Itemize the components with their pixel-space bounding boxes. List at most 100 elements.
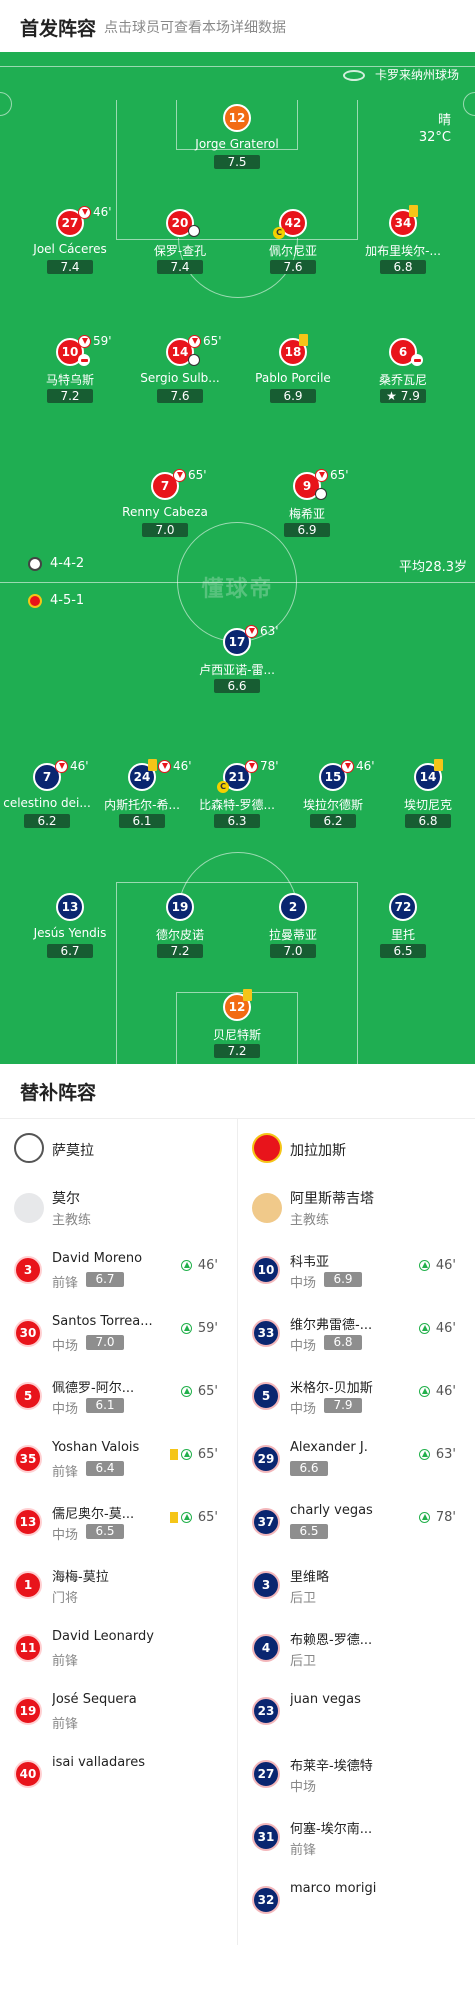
home-sub-row[interactable]: 11 David Leonardy 前锋 bbox=[0, 1622, 228, 1685]
sub-position: 中场 bbox=[290, 1339, 317, 1354]
home-player[interactable]: 20 保罗-查孔 7.4 bbox=[130, 209, 230, 289]
away-sub-row[interactable]: 29 Alexander J. 6.6 63' bbox=[238, 1433, 466, 1496]
sub-number: 30 bbox=[14, 1319, 42, 1347]
away-sub-row[interactable]: 32 marco morigi bbox=[238, 1874, 466, 1937]
away-sub-row[interactable]: 5 米格尔-贝加斯 中场 7.9 46' bbox=[238, 1370, 466, 1433]
away-sub-row[interactable]: 3 里维略 后卫 bbox=[238, 1559, 466, 1622]
sub-minute: 65' bbox=[197, 1510, 218, 1525]
yellow-card-icon bbox=[299, 334, 308, 346]
sub-number: 4 bbox=[252, 1634, 280, 1662]
sub-minute: 59' bbox=[197, 1321, 218, 1336]
sub-name: 佩德罗-阿尔... bbox=[52, 1381, 135, 1396]
substitution-icon bbox=[245, 760, 258, 773]
away-player[interactable]: 13 Jesús Yendis 6.7 bbox=[20, 893, 120, 973]
yellow-card-icon bbox=[243, 989, 252, 1001]
sub-minute: 63' bbox=[435, 1447, 456, 1462]
sub-rating: 6.5 bbox=[290, 1524, 328, 1539]
home-player[interactable]: 34 加布里埃尔-... 6.8 bbox=[353, 205, 453, 289]
sub-in-icon bbox=[419, 1449, 430, 1460]
lineup-header: 首发阵容 点击球员可查看本场详细数据 bbox=[0, 0, 475, 52]
home-sub-row[interactable]: 5 佩德罗-阿尔... 中场 6.1 65' bbox=[0, 1370, 228, 1433]
home-sub-row[interactable]: 1 海梅-莫拉门将 bbox=[0, 1559, 228, 1622]
home-coach[interactable]: 莫尔 主教练 bbox=[0, 1181, 228, 1244]
sub-name: 维尔弗雷德-... bbox=[290, 1318, 373, 1333]
sub-in-icon bbox=[181, 1512, 192, 1523]
sub-number: 35 bbox=[14, 1445, 42, 1473]
substitution-icon bbox=[78, 335, 91, 348]
sub-rating: 6.9 bbox=[324, 1272, 362, 1287]
goal-ball-icon bbox=[315, 488, 327, 500]
sub-name: charly vegas bbox=[290, 1503, 373, 1518]
home-sub-row[interactable]: 19 José Sequera 前锋 bbox=[0, 1685, 228, 1748]
away-sub-row[interactable]: 10 科韦亚 中场 6.9 46' bbox=[238, 1244, 466, 1307]
away-player[interactable]: 72 里托 6.5 bbox=[353, 893, 453, 973]
sub-rating: 6.8 bbox=[324, 1335, 362, 1350]
sub-number: 19 bbox=[14, 1697, 42, 1725]
away-player[interactable]: 21 C 78' 比森特-罗德... 6.3 bbox=[187, 759, 287, 843]
away-coach[interactable]: 阿里斯蒂吉塔 主教练 bbox=[238, 1181, 466, 1244]
captain-icon: C bbox=[217, 781, 229, 793]
captain-icon: C bbox=[273, 227, 285, 239]
away-player[interactable]: 19 德尔皮诺 7.2 bbox=[130, 893, 230, 973]
sub-position: 中场 bbox=[290, 1276, 317, 1291]
away-player[interactable]: 12 贝尼特斯 7.2 bbox=[187, 989, 287, 1073]
sub-in-icon bbox=[419, 1260, 430, 1271]
sub-name: 儒尼奥尔-莫... bbox=[52, 1507, 135, 1522]
yellow-card-icon bbox=[170, 1449, 178, 1460]
away-sub-row[interactable]: 31 何塞-埃尔南... 前锋 bbox=[238, 1811, 466, 1874]
home-player[interactable]: 42 C 佩尔尼亚 7.6 bbox=[243, 209, 343, 289]
sub-name: 科韦亚 bbox=[290, 1255, 330, 1270]
sub-name: 米格尔-贝加斯 bbox=[290, 1381, 373, 1396]
away-player[interactable]: 14 埃切尼克 6.8 bbox=[378, 759, 475, 843]
away-sub-row[interactable]: 23 juan vegas bbox=[238, 1685, 466, 1748]
sub-position: 中场 bbox=[52, 1402, 79, 1417]
sub-position: 门将 bbox=[52, 1591, 79, 1606]
away-player[interactable]: 17 63' 卢西亚诺-雷... 6.6 bbox=[187, 624, 287, 708]
sub-name: 海梅-莫拉 bbox=[52, 1570, 109, 1585]
sub-name: juan vegas bbox=[290, 1692, 361, 1707]
yellow-card-icon bbox=[148, 759, 157, 771]
sub-number: 27 bbox=[252, 1760, 280, 1788]
yellow-card-icon bbox=[409, 205, 418, 217]
away-sub-row[interactable]: 33 维尔弗雷德-... 中场 6.8 46' bbox=[238, 1307, 466, 1370]
sub-number: 1 bbox=[14, 1571, 42, 1599]
sub-position: 前锋 bbox=[290, 1843, 317, 1858]
sub-position: 前锋 bbox=[52, 1276, 79, 1291]
away-sub-row[interactable]: 37 charly vegas 6.5 78' bbox=[238, 1496, 466, 1559]
sub-position: 中场 bbox=[290, 1402, 317, 1417]
home-formation: 4-4-2 bbox=[50, 556, 85, 571]
substitution-icon bbox=[245, 625, 258, 638]
substitution-icon bbox=[188, 335, 201, 348]
away-sub-row[interactable]: 4 布赖恩-罗德... 后卫 bbox=[238, 1622, 466, 1685]
lineup-subtitle: 点击球员可查看本场详细数据 bbox=[104, 20, 286, 36]
home-player[interactable]: 14 65' Sergio Sulb... 7.6 bbox=[130, 334, 230, 418]
home-player[interactable]: 7 65' Renny Cabeza 7.0 bbox=[115, 468, 215, 552]
sub-in-icon bbox=[419, 1386, 430, 1397]
home-sub-row[interactable]: 35 Yoshan Valois 前锋 6.4 65' bbox=[0, 1433, 228, 1496]
sub-position: 前锋 bbox=[52, 1654, 79, 1669]
home-player[interactable]: 9 65' 梅希亚 6.9 bbox=[257, 468, 357, 552]
venue-label: 卡罗来纳州球场 bbox=[342, 66, 459, 83]
home-player[interactable]: 6 桑乔瓦尼 ★ 7.9 bbox=[353, 338, 453, 418]
home-player[interactable]: 12 Jorge Graterol 7.5 bbox=[187, 104, 287, 184]
sub-name: 布赖恩-罗德... bbox=[290, 1633, 373, 1648]
sub-number: 3 bbox=[252, 1571, 280, 1599]
substitution-icon bbox=[173, 469, 186, 482]
sub-rating: 7.9 bbox=[324, 1398, 362, 1413]
stadium-icon bbox=[342, 70, 365, 81]
away-sub-row[interactable]: 27 布莱辛-埃德特 中场 bbox=[238, 1748, 466, 1811]
away-player[interactable]: 2 拉曼蒂亚 7.0 bbox=[243, 893, 343, 973]
home-sub-row[interactable]: 30 Santos Torrea... 中场 7.0 59' bbox=[0, 1307, 228, 1370]
sub-rating: 6.7 bbox=[86, 1272, 124, 1287]
home-player[interactable]: 27 46' Joel Cáceres 7.4 bbox=[20, 205, 120, 289]
sub-name: Santos Torrea... bbox=[52, 1314, 153, 1329]
home-player[interactable]: 10 59' 马特乌斯 7.2 bbox=[20, 334, 120, 418]
sub-minute: 65' bbox=[197, 1447, 218, 1462]
home-sub-row[interactable]: 40 isai valladares bbox=[0, 1748, 228, 1811]
home-player[interactable]: 18 Pablo Porcile 6.9 bbox=[243, 334, 343, 418]
home-sub-row[interactable]: 13 儒尼奥尔-莫... 中场 6.5 65' bbox=[0, 1496, 228, 1559]
sub-number: 37 bbox=[252, 1508, 280, 1536]
home-sub-row[interactable]: 3 David Moreno 前锋 6.7 46' bbox=[0, 1244, 228, 1307]
sub-minute: 46' bbox=[435, 1258, 456, 1273]
yellow-card-icon bbox=[170, 1512, 178, 1523]
